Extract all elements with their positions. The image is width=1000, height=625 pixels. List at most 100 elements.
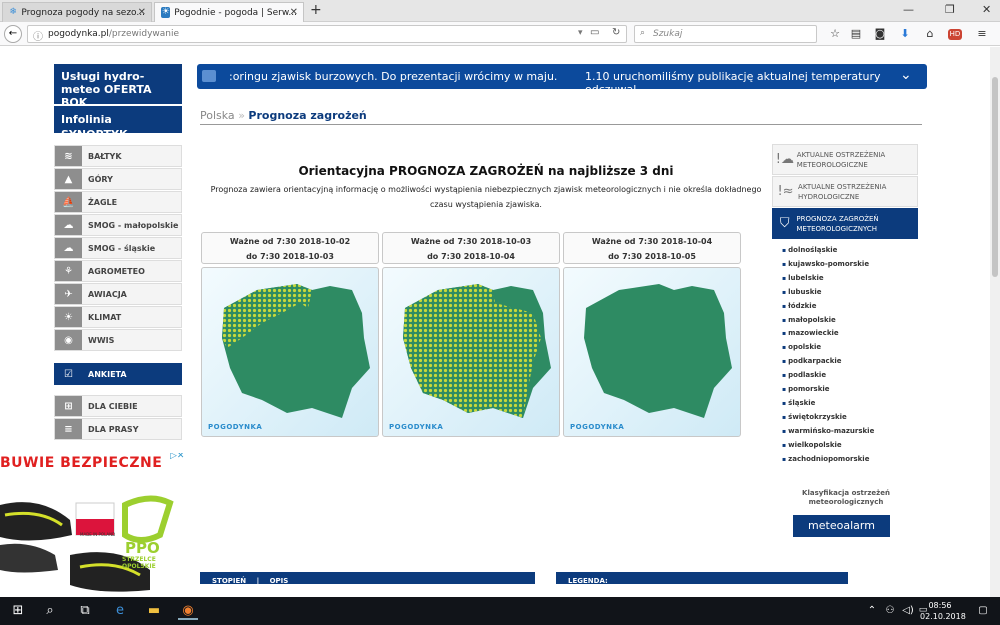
close-tab-icon[interactable]: ✕ bbox=[290, 7, 298, 18]
smog-icon: ☁ bbox=[55, 215, 82, 235]
map-valid-to: do 7:30 2018-10-04 bbox=[427, 252, 515, 261]
sidebar-item-label: DLA PRASY bbox=[88, 424, 139, 434]
mountain-icon: ▲ bbox=[55, 169, 82, 189]
oferta-bok-link[interactable]: Usługi hydro-meteo OFERTA BOK bbox=[54, 64, 182, 109]
firefox-icon[interactable]: ◉ bbox=[178, 603, 198, 620]
region-link[interactable]: pomorskie bbox=[782, 383, 874, 397]
pogodynka-logo: POGODYNKA bbox=[570, 423, 625, 431]
tab-active[interactable]: ☀ Pogodnie - pogoda | Serw... ✕ bbox=[154, 2, 304, 22]
reload-icon[interactable]: ↻ bbox=[612, 27, 620, 38]
minimize-button[interactable]: — bbox=[903, 3, 914, 16]
sidebar-item-label: KLIMAT bbox=[88, 312, 122, 322]
tab-inactive[interactable]: ❄ Prognoza pogody na sezo... ✕ bbox=[2, 2, 152, 22]
extension-icon[interactable]: HD bbox=[948, 29, 962, 40]
adchoices-icon[interactable]: ▷✕ bbox=[170, 453, 184, 461]
sidebar-item-zagle[interactable]: ⛵ ŻAGLE bbox=[54, 191, 182, 213]
ticker-text-right: 1.10 uruchomiliśmy publikację aktualnej … bbox=[585, 70, 881, 96]
sidebar-item-ankieta[interactable]: ☑ ANKIETA bbox=[54, 363, 182, 385]
smog-icon: ☁ bbox=[55, 238, 82, 258]
region-link[interactable]: wielkopolskie bbox=[782, 439, 874, 453]
shield-warning-icon: ⛉ bbox=[779, 215, 790, 231]
back-button[interactable]: ← bbox=[4, 25, 22, 43]
reader-view-icon[interactable]: ▭ bbox=[590, 27, 599, 38]
sidebar-item-agrometeo[interactable]: ⚘ AGROMETEO bbox=[54, 260, 182, 282]
tray-expand-icon[interactable]: ⌃ bbox=[862, 605, 882, 616]
home-icon[interactable]: ⌂ bbox=[923, 27, 937, 40]
sidebar-item-baltyk[interactable]: ≋ BAŁTYK bbox=[54, 145, 182, 167]
sidebar-item-smog-slaskie[interactable]: ☁ SMOG - śląskie bbox=[54, 237, 182, 259]
url-bar[interactable]: ⓘ pogodynka.pl/przewidywanie ▾ ▭ ↻ bbox=[27, 25, 627, 43]
sidebar-item-gory[interactable]: ▲ GÓRY bbox=[54, 168, 182, 190]
region-link[interactable]: podlaskie bbox=[782, 369, 874, 383]
region-link[interactable]: mazowieckie bbox=[782, 327, 874, 341]
breadcrumb-home[interactable]: Polska bbox=[200, 109, 235, 122]
close-tab-icon[interactable]: ✕ bbox=[138, 7, 146, 18]
chevron-down-icon[interactable]: ⌄ bbox=[900, 67, 912, 83]
region-link[interactable]: podkarpackie bbox=[782, 355, 874, 369]
gift-icon: ⊞ bbox=[55, 396, 82, 416]
region-link[interactable]: opolskie bbox=[782, 341, 874, 355]
library-icon[interactable]: ▤ bbox=[849, 27, 863, 40]
region-link[interactable]: lubelskie bbox=[782, 272, 874, 286]
sidebar-item-dla-ciebie[interactable]: ⊞ DLA CIEBIE bbox=[54, 395, 182, 417]
pocket-icon[interactable]: ◙ bbox=[873, 27, 887, 40]
classification-link[interactable]: Klasyfikacja ostrzeżeń meteorologicznych bbox=[790, 489, 902, 507]
region-link[interactable]: świętokrzyskie bbox=[782, 411, 874, 425]
sidebar-item-smog-malopolskie[interactable]: ☁ SMOG - małopolskie bbox=[54, 214, 182, 236]
menu-icon[interactable]: ≡ bbox=[975, 27, 989, 40]
new-tab-button[interactable]: + bbox=[310, 2, 322, 18]
region-link[interactable]: łódzkie bbox=[782, 300, 874, 314]
map-valid-from: Ważne od 7:30 2018-10-04 bbox=[591, 237, 713, 246]
wheat-icon: ⚘ bbox=[55, 261, 82, 281]
map-image[interactable]: POGODYNKA bbox=[201, 267, 379, 437]
page-description: Prognoza zawiera orientacyjną informację… bbox=[210, 185, 762, 209]
task-view-icon[interactable]: ⧉ bbox=[75, 603, 95, 618]
sidebar-item-label: GÓRY bbox=[88, 174, 113, 184]
info-icon[interactable]: ⓘ bbox=[33, 28, 43, 43]
region-link[interactable]: małopolskie bbox=[782, 314, 874, 328]
file-explorer-icon[interactable]: ▬ bbox=[144, 603, 164, 618]
poland-map bbox=[222, 284, 370, 418]
page-title: Orientacyjna PROGNOZA ZAGROŻEŃ na najbli… bbox=[298, 164, 674, 178]
windows-start-icon[interactable]: ⊞ bbox=[8, 603, 28, 618]
notifications-icon[interactable]: ▢ bbox=[973, 605, 993, 616]
nav-threat-forecast[interactable]: ⛉ PROGNOZA ZAGROŻEŃ METEOROLOGICZNYCH bbox=[772, 208, 918, 239]
col-separator: | bbox=[256, 577, 260, 585]
region-link[interactable]: dolnośląskie bbox=[782, 244, 874, 258]
search-icon: ⌕ bbox=[640, 28, 646, 38]
sidebar-item-dla-prasy[interactable]: ≡ DLA PRASY bbox=[54, 418, 182, 440]
map-image[interactable]: POGODYNKA bbox=[563, 267, 741, 437]
clock[interactable]: 08:56 02.10.2018 bbox=[920, 600, 966, 622]
sidebar-item-klimat[interactable]: ☀ KLIMAT bbox=[54, 306, 182, 328]
search-icon[interactable]: ⌕ bbox=[40, 603, 60, 618]
ticker-text-left: :oringu zjawisk burzowych. Do prezentacj… bbox=[229, 70, 558, 83]
edge-icon[interactable]: e bbox=[110, 603, 130, 618]
maximize-button[interactable]: ❐ bbox=[945, 3, 955, 16]
scrollbar-thumb[interactable] bbox=[992, 77, 998, 277]
dropdown-icon[interactable]: ▾ bbox=[578, 28, 583, 38]
region-link[interactable]: lubuskie bbox=[782, 286, 874, 300]
close-window-button[interactable]: ✕ bbox=[982, 3, 991, 16]
download-icon[interactable]: ⬇ bbox=[898, 27, 912, 40]
nav-hydro-warnings[interactable]: !≈ AKTUALNE OSTRZEŻENIA HYDROLOGICZNE bbox=[772, 176, 918, 207]
sidebar-item-awiacja[interactable]: ✈ AWIACJA bbox=[54, 283, 182, 305]
clock-time: 08:56 bbox=[928, 601, 952, 610]
region-link[interactable]: kujawsko-pomorskie bbox=[782, 258, 874, 272]
sidebar-item-wwis[interactable]: ◉ WWIS bbox=[54, 329, 182, 351]
url-domain: pogodynka.pl bbox=[48, 29, 109, 39]
forecast-map-day3: Ważne od 7:30 2018-10-04 do 7:30 2018-10-… bbox=[563, 232, 741, 437]
sidebar-item-label: ANKIETA bbox=[88, 369, 127, 379]
bookmark-star-icon[interactable]: ☆ bbox=[828, 27, 842, 40]
infolinia-link[interactable]: Infolinia SYNOPTYK bbox=[54, 106, 182, 141]
page-scrollbar[interactable] bbox=[990, 47, 1000, 597]
region-link[interactable]: śląskie bbox=[782, 397, 874, 411]
nav-meteo-warnings[interactable]: !☁ AKTUALNE OSTRZEŻENIA METEOROLOGICZNE bbox=[772, 144, 918, 175]
region-link[interactable]: warmińsko-mazurskie bbox=[782, 425, 874, 439]
advertisement[interactable]: BUWIE BEZPIECZNE ▷✕ MADE IN POLAND PPO S… bbox=[0, 453, 190, 597]
news-ticker[interactable]: :oringu zjawisk burzowych. Do prezentacj… bbox=[197, 64, 927, 96]
network-icon[interactable]: ⚇ bbox=[880, 605, 900, 616]
search-input[interactable]: ⌕ Szukaj bbox=[634, 25, 817, 43]
region-link[interactable]: zachodniopomorskie bbox=[782, 453, 874, 467]
map-image[interactable]: POGODYNKA bbox=[382, 267, 560, 437]
meteoalarm-button[interactable]: meteoalarm bbox=[793, 515, 890, 537]
